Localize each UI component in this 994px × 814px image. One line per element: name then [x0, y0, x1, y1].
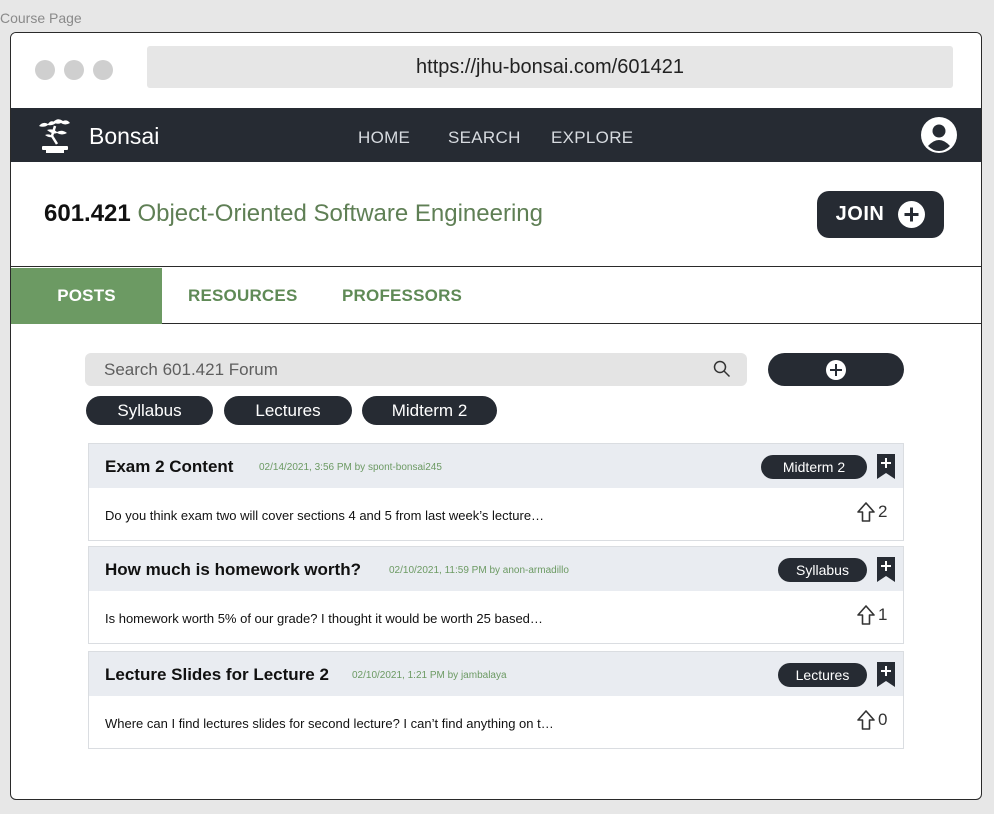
tag-filter-midterm-2[interactable]: Midterm 2 [362, 396, 497, 425]
upvote-arrow-icon[interactable] [857, 502, 875, 522]
address-bar[interactable]: https://jhu-bonsai.com/601421 [147, 46, 953, 88]
course-name: Object-Oriented Software Engineering [137, 200, 543, 227]
post-tag[interactable]: Lectures [778, 663, 867, 687]
window-close-dot[interactable] [35, 60, 55, 80]
bonsai-tree-icon[interactable] [33, 116, 73, 154]
bookmark-add-icon[interactable] [877, 662, 895, 687]
frame-label: Course Page [0, 10, 82, 26]
post-title[interactable]: Exam 2 Content [105, 457, 233, 477]
post-tag[interactable]: Midterm 2 [761, 455, 867, 479]
join-label: JOIN [835, 203, 885, 225]
post-header: Lecture Slides for Lecture 2 02/10/2021,… [89, 652, 903, 696]
tag-filter-lectures[interactable]: Lectures [224, 396, 352, 425]
post-header: Exam 2 Content 02/14/2021, 3:56 PM by sp… [89, 444, 903, 488]
browser-window: https://jhu-bonsai.com/601421 Bonsai HOM… [10, 32, 982, 800]
post-card[interactable]: Lecture Slides for Lecture 2 02/10/2021,… [88, 651, 904, 749]
tab-posts[interactable]: POSTS [11, 268, 162, 324]
post-title[interactable]: How much is homework worth? [105, 560, 361, 580]
tab-professors[interactable]: PROFESSORS [342, 268, 462, 324]
plus-circle-icon [898, 201, 926, 228]
browser-chrome: https://jhu-bonsai.com/601421 [11, 33, 981, 108]
forum-search-input[interactable] [85, 353, 705, 386]
join-course-button[interactable]: JOIN [817, 191, 944, 238]
upvote-control: 1 [857, 605, 887, 625]
window-minimize-dot[interactable] [64, 60, 84, 80]
bookmark-add-icon[interactable] [877, 557, 895, 582]
search-icon[interactable] [713, 360, 731, 378]
post-header: How much is homework worth? 02/10/2021, … [89, 547, 903, 591]
nav-explore-link[interactable]: EXPLORE [551, 128, 633, 148]
plus-circle-icon [826, 359, 846, 380]
tag-filter-syllabus[interactable]: Syllabus [86, 396, 213, 425]
course-header: 601.421 Object-Oriented Software Enginee… [11, 162, 981, 267]
post-card[interactable]: Exam 2 Content 02/14/2021, 3:56 PM by sp… [88, 443, 904, 541]
vote-count: 2 [878, 502, 888, 521]
tab-resources[interactable]: RESOURCES [188, 268, 298, 324]
post-tag[interactable]: Syllabus [778, 558, 867, 582]
upvote-control: 2 [857, 502, 887, 522]
upvote-arrow-icon[interactable] [857, 710, 875, 730]
upvote-arrow-icon[interactable] [857, 605, 875, 625]
brand-name[interactable]: Bonsai [89, 123, 159, 150]
course-tabs: POSTS RESOURCES PROFESSORS [11, 268, 981, 324]
course-title: 601.421 Object-Oriented Software Enginee… [44, 200, 543, 228]
new-post-button[interactable] [768, 353, 904, 386]
post-card[interactable]: How much is homework worth? 02/10/2021, … [88, 546, 904, 644]
top-navbar: Bonsai HOME SEARCH EXPLORE [11, 108, 981, 162]
post-preview: Do you think exam two will cover section… [105, 508, 545, 523]
bookmark-add-icon[interactable] [877, 454, 895, 479]
course-code: 601.421 [44, 200, 131, 227]
nav-search-link[interactable]: SEARCH [448, 128, 521, 148]
post-meta: 02/10/2021, 1:21 PM by jambalaya [352, 670, 507, 681]
user-avatar-icon[interactable] [921, 117, 957, 153]
post-meta: 02/10/2021, 11:59 PM by anon-armadillo [389, 565, 569, 576]
nav-home-link[interactable]: HOME [358, 128, 410, 148]
vote-count: 1 [878, 605, 888, 624]
window-maximize-dot[interactable] [93, 60, 113, 80]
vote-count: 0 [878, 710, 888, 729]
post-preview: Is homework worth 5% of our grade? I tho… [105, 611, 543, 626]
post-preview: Where can I find lectures slides for sec… [105, 716, 554, 731]
post-title[interactable]: Lecture Slides for Lecture 2 [105, 665, 329, 685]
post-meta: 02/14/2021, 3:56 PM by spont-bonsai245 [259, 462, 442, 473]
upvote-control: 0 [857, 710, 887, 730]
forum-search [85, 353, 747, 386]
